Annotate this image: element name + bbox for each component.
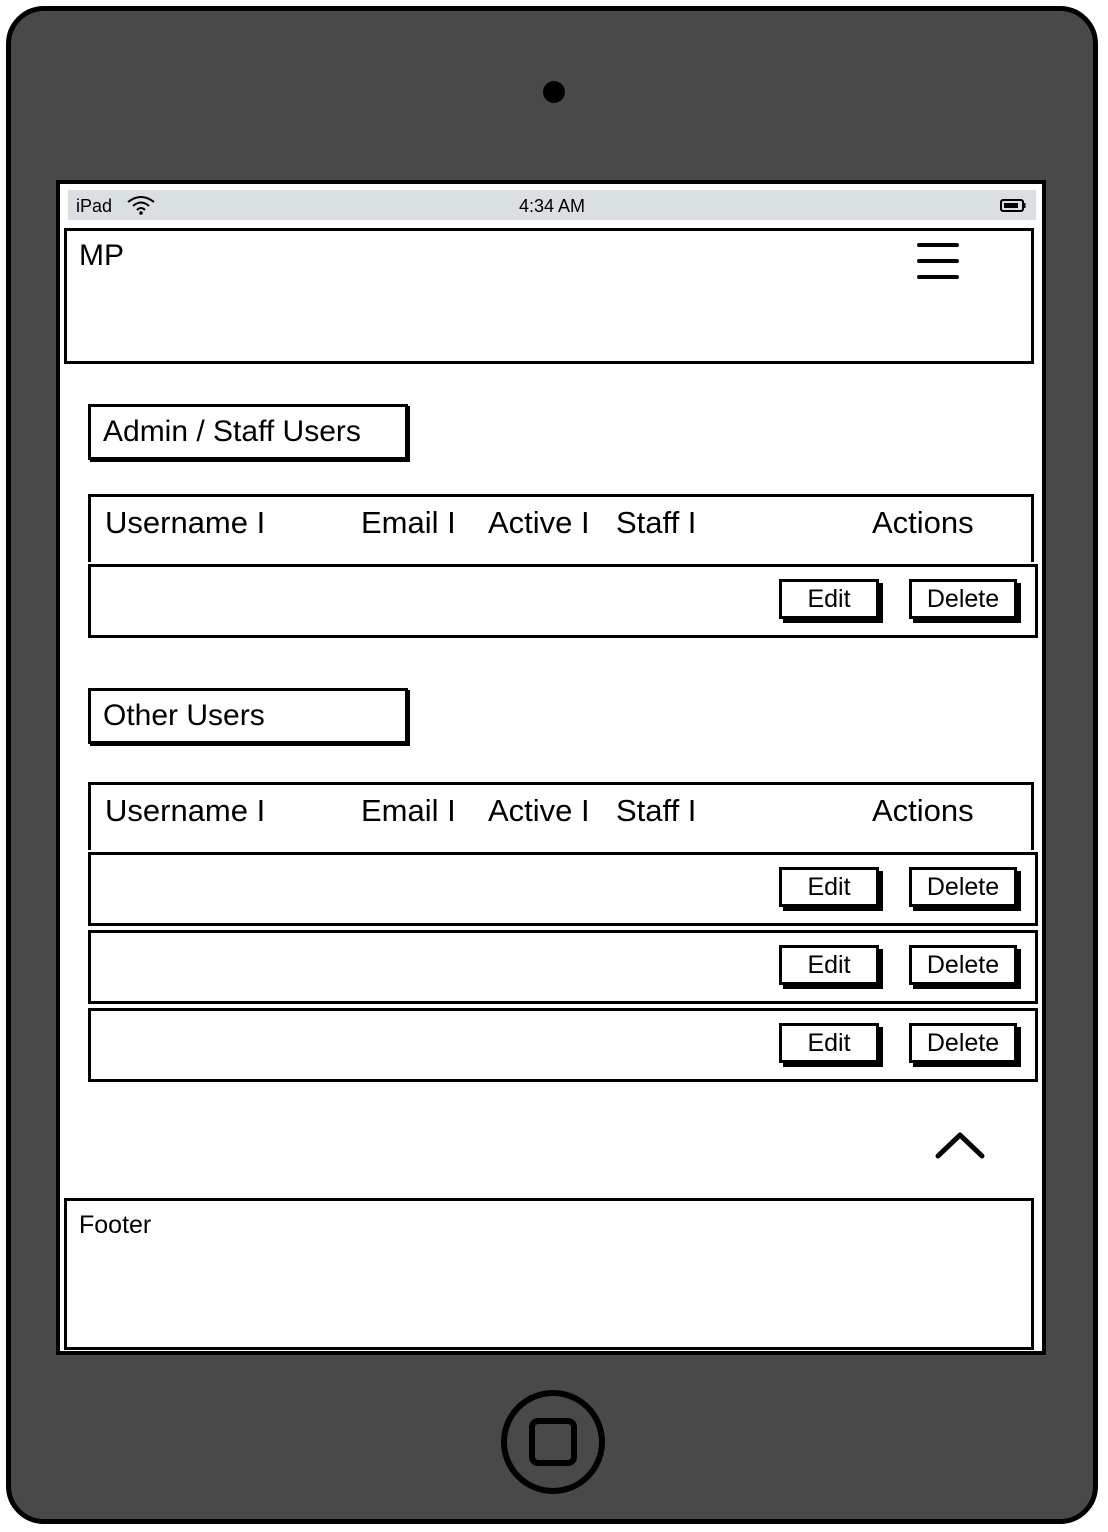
delete-button[interactable]: Delete [909,945,1017,985]
edit-button[interactable]: Edit [779,579,879,619]
admin-table-header: Username I Email I Active I Staff I Acti… [88,494,1034,562]
status-time: 4:34 AM [518,196,586,216]
column-staff[interactable]: Staff I [616,793,696,829]
other-section-title: Other Users [88,688,408,744]
column-username[interactable]: Username I [105,793,265,829]
chevron-up-icon[interactable] [934,1130,986,1160]
column-active[interactable]: Active I [488,505,590,541]
navbar: MP [64,228,1034,364]
footer: Footer [64,1198,1034,1350]
edit-button[interactable]: Edit [779,867,879,907]
table-row: Edit Delete [88,1008,1038,1082]
column-email[interactable]: Email I [361,505,456,541]
other-table-header: Username I Email I Active I Staff I Acti… [88,782,1034,850]
brand-logo[interactable]: MP [79,239,124,273]
column-email[interactable]: Email I [361,793,456,829]
column-username[interactable]: Username I [105,505,265,541]
column-active[interactable]: Active I [488,793,590,829]
column-staff[interactable]: Staff I [616,505,696,541]
hamburger-icon[interactable] [917,243,961,281]
delete-button[interactable]: Delete [909,1023,1017,1063]
table-row: Edit Delete [88,852,1038,926]
status-bar: iPad 4:34 AM [68,190,1036,220]
edit-button[interactable]: Edit [779,945,879,985]
delete-button[interactable]: Delete [909,867,1017,907]
delete-button[interactable]: Delete [909,579,1017,619]
column-actions: Actions [872,505,974,540]
home-square-icon [529,1418,577,1466]
table-row: Edit Delete [88,930,1038,1004]
camera-icon [543,81,565,103]
table-row: Edit Delete [88,564,1038,638]
admin-section-title: Admin / Staff Users [88,404,408,460]
footer-label: Footer [79,1211,152,1239]
battery-icon [1000,199,1026,212]
screen: iPad 4:34 AM MP Admin / Staff Users User… [56,180,1046,1355]
edit-button[interactable]: Edit [779,1023,879,1063]
column-actions: Actions [872,793,974,828]
